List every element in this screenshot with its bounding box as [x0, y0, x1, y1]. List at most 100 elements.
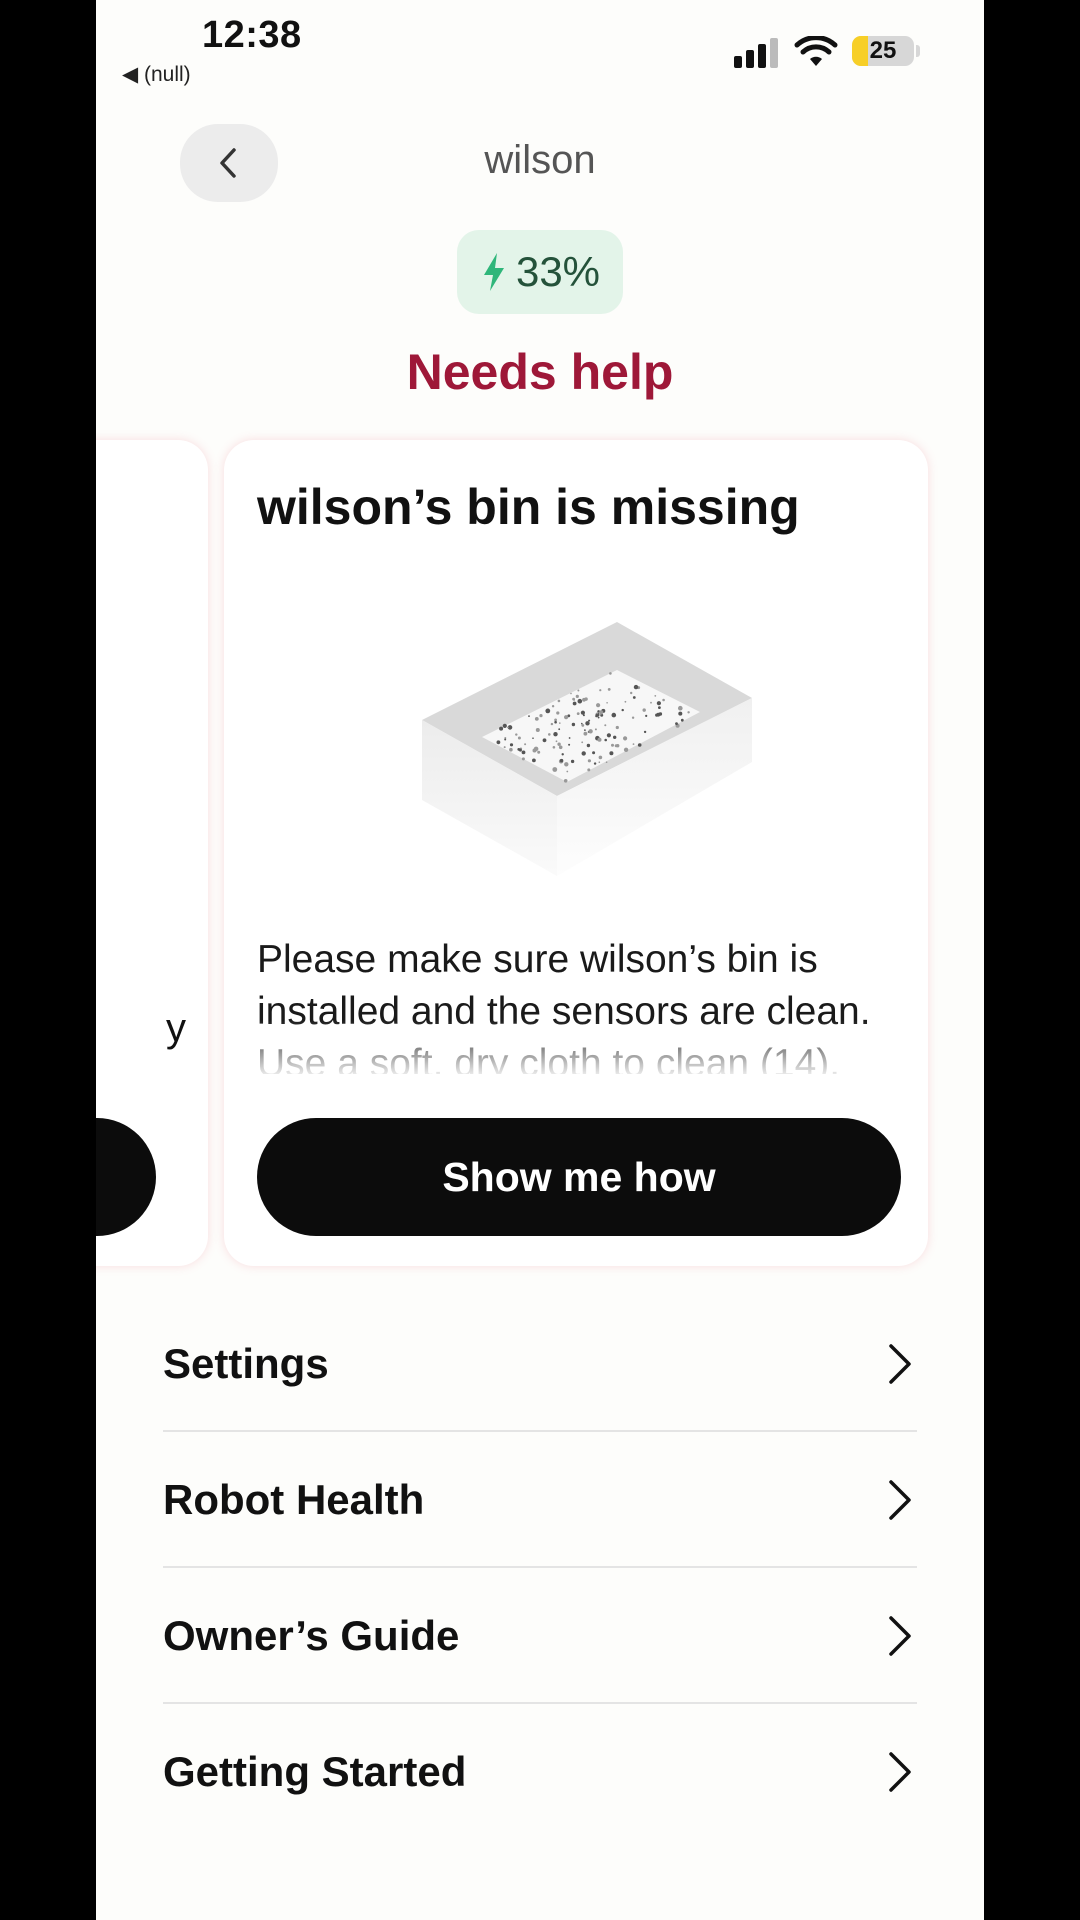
debris-dot — [548, 733, 551, 736]
debris-dot — [559, 722, 561, 724]
debris-dot — [542, 738, 547, 743]
battery-icon: 25 — [852, 36, 914, 66]
debris-dot — [613, 735, 617, 739]
debris-dot — [587, 768, 591, 772]
battery-percent: 33% — [515, 248, 601, 295]
debris-dot — [545, 708, 551, 714]
debris-dot — [553, 732, 558, 737]
debris-dot — [583, 731, 588, 736]
debris-dot — [521, 757, 525, 761]
debris-dot — [559, 758, 564, 763]
debris-dot — [521, 750, 526, 755]
debris-dot — [581, 741, 584, 744]
wifi-icon — [794, 36, 838, 66]
debris-dot — [587, 731, 590, 733]
debris-dot — [557, 699, 561, 703]
debris-dot — [535, 728, 540, 732]
debris-dot — [570, 759, 575, 764]
debris-dot — [532, 758, 536, 763]
previous-card[interactable]: y — [96, 440, 208, 1266]
debris-dot — [615, 725, 619, 730]
debris-dot — [630, 691, 633, 695]
debris-dot — [680, 718, 684, 722]
debris-dot — [509, 743, 514, 747]
menu-item-robot-health[interactable]: Robot Health — [163, 1432, 917, 1568]
alert-card: wilson’s bin is missing Please make sure… — [224, 440, 928, 1266]
menu-item-label: Getting Started — [163, 1748, 467, 1795]
debris-dot — [633, 684, 639, 690]
debris-dot — [577, 698, 583, 704]
debris-dot — [552, 767, 558, 772]
debris-dot — [563, 779, 568, 783]
debris-dot — [503, 746, 506, 749]
debris-dot — [594, 728, 597, 731]
debris-dot — [532, 748, 537, 753]
debris-dot — [678, 705, 683, 711]
debris-dot — [611, 712, 617, 718]
debris-dot — [599, 710, 604, 715]
debris-dot — [609, 672, 612, 675]
debris-dot — [537, 750, 541, 754]
debris-dot — [496, 740, 501, 745]
debris-dot — [593, 762, 597, 765]
debris-dot — [507, 726, 509, 729]
show-me-how-button[interactable]: Show me how — [257, 1118, 901, 1236]
menu-item-getting-started[interactable]: Getting Started — [163, 1704, 917, 1838]
debris-dot — [515, 733, 518, 736]
robot-status: Needs help — [406, 344, 674, 400]
debris-dot — [576, 712, 580, 715]
previous-card-button[interactable] — [96, 1118, 156, 1236]
bin-illustration — [422, 622, 752, 876]
app-screen: 12:38 ◀ (null) 25 wilson 33% Needs help … — [96, 0, 984, 1920]
menu-item-settings[interactable]: Settings — [163, 1296, 917, 1432]
menu-item-owners-guide[interactable]: Owner’s Guide — [163, 1568, 917, 1704]
debris-dot — [588, 729, 593, 734]
debris-dot — [554, 718, 557, 722]
debris-dot — [609, 751, 614, 756]
back-to-app-link[interactable]: ◀ (null) — [122, 62, 191, 87]
debris-dot — [564, 715, 569, 720]
debris-dot — [558, 745, 563, 750]
status-time: 12:38 — [202, 14, 302, 56]
debris-dot — [606, 733, 611, 738]
chevron-right-icon — [889, 1480, 911, 1520]
debris-dot — [623, 736, 628, 741]
debris-dot — [571, 722, 576, 727]
debris-dot — [632, 696, 636, 699]
debris-dot — [611, 743, 614, 747]
debris-dot — [645, 714, 648, 717]
text-fade-overlay — [224, 1020, 928, 1080]
debris-dot — [517, 748, 521, 751]
debris-dot — [556, 711, 560, 715]
debris-dot — [614, 744, 618, 748]
debris-dot — [577, 689, 580, 692]
debris-dot — [599, 689, 602, 692]
debris-dot — [656, 712, 661, 717]
debris-dot — [539, 714, 543, 718]
debris-dot — [656, 701, 661, 706]
debris-dot — [605, 761, 608, 763]
battery-tip — [916, 45, 920, 57]
debris-dot — [687, 711, 690, 714]
debris-dot — [517, 736, 521, 740]
debris-dot — [568, 737, 571, 739]
debris-dot — [509, 747, 513, 752]
debris-dot — [573, 699, 575, 701]
debris-dot — [502, 723, 507, 728]
debris-dot — [564, 762, 569, 767]
debris-dot — [631, 716, 635, 719]
debris-dot — [581, 724, 585, 727]
debris-dot — [596, 703, 601, 708]
debris-dot — [575, 694, 579, 698]
debris-dot — [524, 743, 527, 746]
debris-dot — [598, 761, 601, 763]
debris-dot — [658, 706, 661, 709]
debris-dot — [642, 708, 646, 712]
debris-dot — [607, 688, 611, 691]
debris-dot — [499, 726, 504, 731]
menu-item-label: Owner’s Guide — [163, 1612, 460, 1659]
menu-item-label: Settings — [163, 1340, 329, 1387]
debris-dot — [678, 711, 683, 716]
debris-dot — [580, 710, 585, 715]
debris-dot — [598, 755, 603, 760]
